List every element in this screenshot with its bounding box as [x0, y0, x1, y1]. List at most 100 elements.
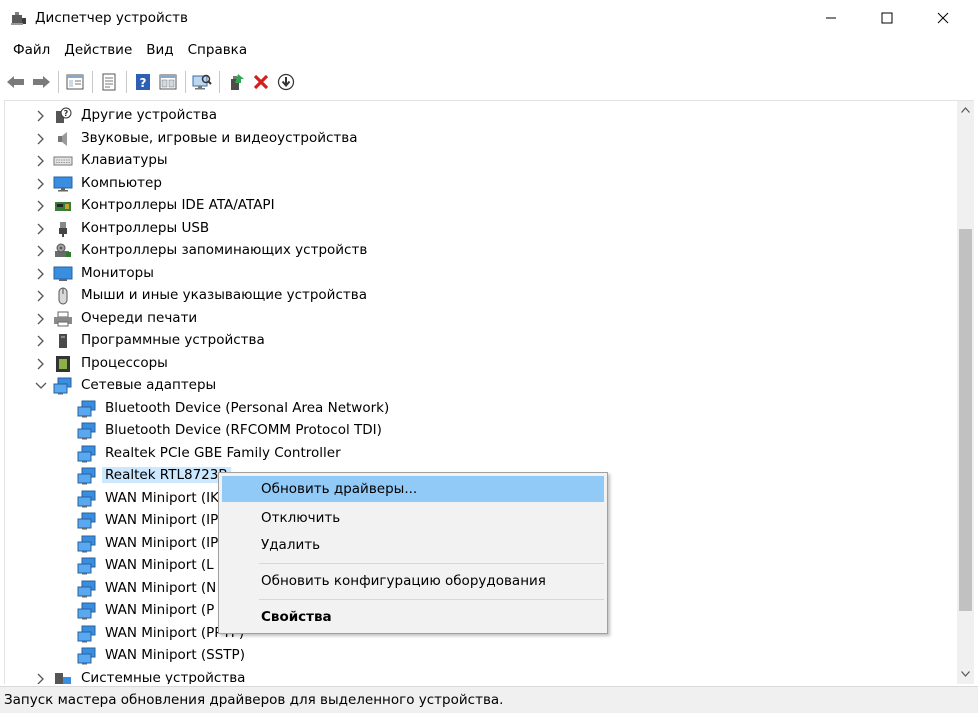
update-driver-button[interactable] [224, 70, 248, 94]
ctx-update-drivers[interactable]: Обновить драйверы... [222, 476, 604, 502]
tree-category[interactable]: Звуковые, игровые и видеоустройства [5, 128, 953, 151]
network-adapter-icon [77, 490, 96, 507]
chevron-right-icon[interactable] [35, 672, 47, 685]
update-driver-icon [231, 74, 244, 90]
help-icon: ? [136, 74, 150, 90]
tree-category-label: Сетевые адаптеры [81, 377, 217, 393]
toolbar-separator [92, 71, 93, 93]
ctx-properties[interactable]: Свойства [222, 604, 604, 630]
close-icon [937, 12, 949, 24]
uninstall-button[interactable] [249, 70, 273, 94]
chevron-right-icon[interactable] [35, 357, 47, 371]
chevron-right-icon[interactable] [35, 334, 47, 348]
tree-device-label: WAN Miniport (IK [105, 489, 220, 506]
network-adapter-icon [77, 580, 96, 597]
chevron-right-icon[interactable] [35, 199, 47, 213]
tree-category[interactable]: Очереди печати [5, 308, 953, 331]
chevron-right-icon[interactable] [35, 312, 47, 326]
tree-category[interactable]: Контроллеры USB [5, 218, 953, 241]
chevron-right-icon[interactable] [35, 267, 47, 281]
network-adapter-icon [77, 557, 96, 575]
ctx-scan-hardware[interactable]: Обновить конфигурацию оборудования [222, 568, 604, 594]
show-hide-tree-icon [66, 74, 84, 90]
storage-controller-icon [55, 243, 71, 257]
minimize-button[interactable] [808, 0, 854, 36]
chevron-right-icon[interactable] [35, 289, 47, 303]
ctx-separator [259, 563, 604, 564]
menu-view[interactable]: Вид [139, 40, 180, 62]
tree-category-label: Звуковые, игровые и видеоустройства [81, 129, 358, 146]
chevron-down-icon[interactable] [35, 379, 47, 393]
menu-help[interactable]: Справка [181, 40, 254, 62]
network-adapter-icon [77, 647, 96, 665]
tree-category[interactable]: Мыши и иные указывающие устройства [5, 285, 953, 308]
tree-category[interactable]: Компьютер [5, 173, 953, 196]
forward-button[interactable] [29, 70, 53, 94]
speaker-icon [58, 131, 67, 146]
device-manager-icon [11, 12, 26, 25]
view-button[interactable] [156, 70, 180, 94]
menu-file[interactable]: Файл [6, 40, 57, 62]
tree-device-label: WAN Miniport (IP [105, 534, 219, 551]
network-adapter-icon [53, 377, 72, 395]
scrollbar-thumb[interactable] [959, 229, 972, 611]
scan-hardware-button[interactable] [190, 70, 214, 94]
chevron-right-icon[interactable] [35, 244, 47, 258]
tree-category-label: Компьютер [81, 174, 162, 191]
close-button[interactable] [920, 0, 966, 36]
chevron-right-icon[interactable] [35, 132, 47, 146]
ctx-uninstall[interactable]: Удалить [222, 532, 604, 558]
tree-category-label: Мониторы [81, 264, 154, 281]
monitor-icon [53, 266, 73, 281]
tree-category[interactable]: Системные устройства [5, 668, 953, 685]
tree-category[interactable]: Клавиатуры [5, 150, 953, 173]
help-button[interactable]: ? [131, 70, 155, 94]
tree-category[interactable]: Контроллеры IDE ATA/ATAPI [5, 195, 953, 218]
show-hide-tree-button[interactable] [63, 70, 87, 94]
toolbar-separator [219, 71, 220, 93]
tree-device-label: Realtek PCIe GBE Family Controller [105, 444, 341, 461]
tree-category[interactable]: Программные устройства [5, 330, 953, 353]
tree-device[interactable]: Bluetooth Device (RFCOMM Protocol TDI) [5, 420, 953, 443]
tree-device[interactable]: Realtek PCIe GBE Family Controller [5, 443, 953, 466]
tree-category-expanded[interactable]: Сетевые адаптеры [5, 375, 953, 398]
minimize-icon [826, 17, 836, 19]
tree-category[interactable]: Процессоры [5, 353, 953, 376]
tree-category-label: Другие устройства [81, 107, 217, 123]
chevron-right-icon[interactable] [35, 177, 47, 191]
back-button[interactable] [4, 70, 28, 94]
tree-device[interactable]: Bluetooth Device (Personal Area Network) [5, 398, 953, 421]
back-arrow-icon [7, 76, 24, 88]
view-icon [159, 74, 177, 90]
printer-icon [54, 311, 72, 326]
chevron-right-icon[interactable] [35, 154, 47, 168]
chevron-right-icon[interactable] [35, 109, 47, 123]
tree-device-label: WAN Miniport (SSTP) [105, 647, 245, 663]
tree-category[interactable]: Контроллеры запоминающих устройств [5, 240, 953, 263]
ctx-separator [259, 599, 604, 600]
chevron-right-icon[interactable] [35, 222, 47, 236]
cpu-icon [56, 355, 70, 372]
ide-controller-icon [55, 202, 71, 211]
maximize-button[interactable] [864, 0, 910, 36]
tree-device[interactable]: WAN Miniport (SSTP) [5, 645, 953, 668]
network-adapter-icon [77, 400, 96, 417]
tree-category[interactable]: Мониторы [5, 263, 953, 286]
tree-category-label: Процессоры [81, 354, 168, 371]
vertical-scrollbar[interactable] [957, 101, 974, 684]
menu-action[interactable]: Действие [57, 40, 139, 62]
tree-category-label: Контроллеры запоминающих устройств [81, 242, 368, 258]
network-adapter-icon [77, 625, 96, 642]
tree-device-label: WAN Miniport (L [105, 557, 214, 573]
tree-device-label: WAN Miniport (IP [105, 512, 219, 528]
ctx-disable[interactable]: Отключить [222, 505, 604, 531]
tree-category[interactable]: ? Другие устройства [5, 105, 953, 128]
scroll-up-icon[interactable] [961, 107, 970, 113]
scroll-down-icon[interactable] [961, 671, 970, 677]
scan-hardware-icon [192, 74, 212, 90]
properties-button[interactable] [97, 70, 121, 94]
disable-button[interactable] [274, 70, 298, 94]
tree-device-label: Realtek RTL8723B [102, 467, 231, 483]
system-device-icon [55, 672, 71, 684]
tree-category-label: Контроллеры USB [81, 219, 210, 236]
